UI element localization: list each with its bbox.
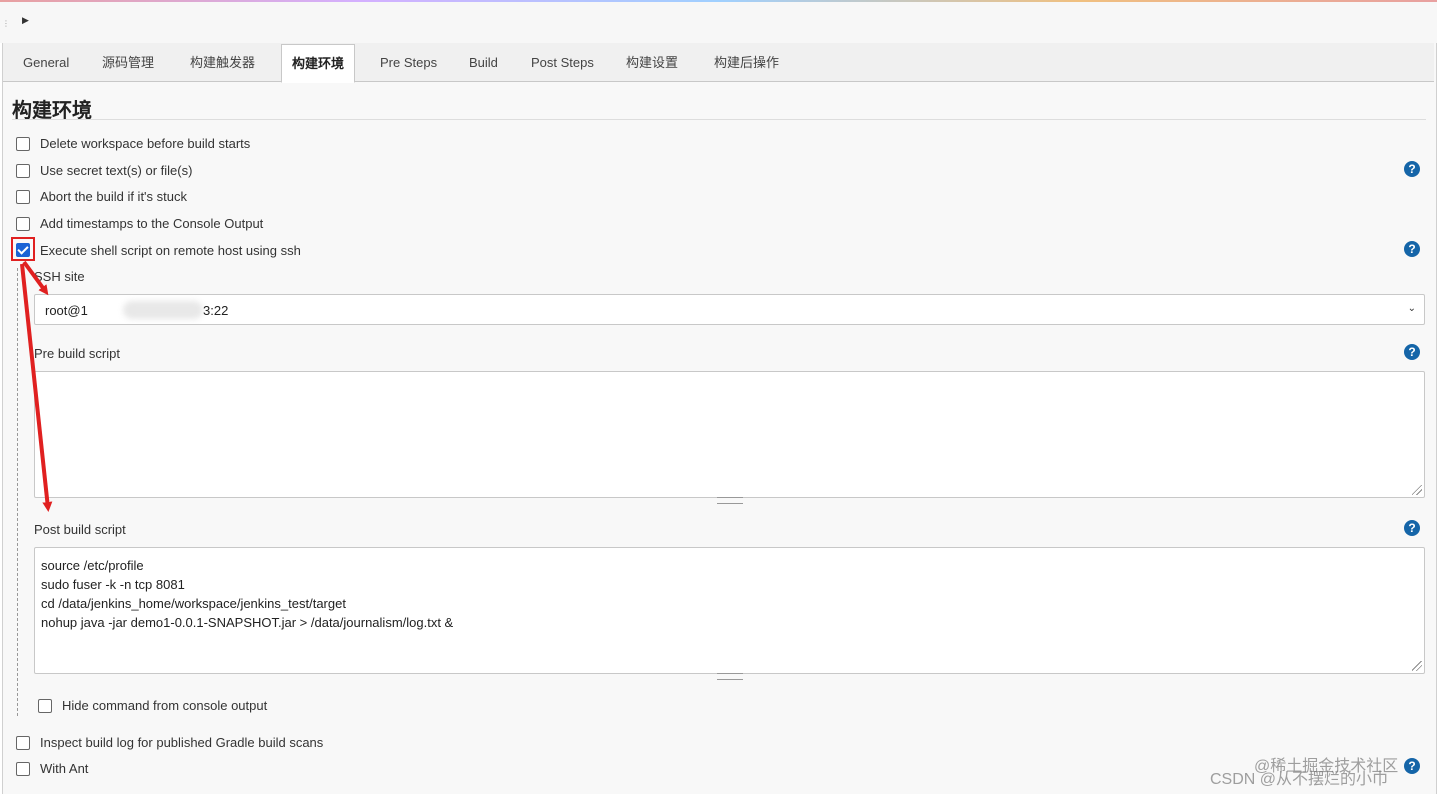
arrow-to-post-script xyxy=(20,263,53,512)
arrow-to-ssh-site xyxy=(22,260,49,296)
annotation-arrows xyxy=(20,260,53,512)
watermark-line2: CSDN @从不摆烂的小巾 xyxy=(1210,771,1389,788)
